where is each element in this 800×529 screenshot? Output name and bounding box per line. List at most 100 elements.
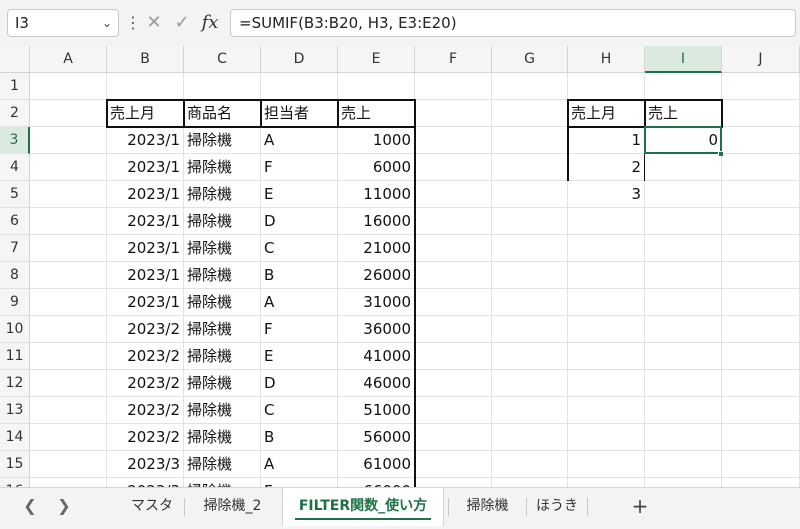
cell-c16[interactable]: 掃除機 [184, 478, 261, 487]
cell-h16[interactable] [568, 478, 645, 487]
cell-f8[interactable] [415, 262, 492, 289]
cell-e9[interactable]: 31000 [338, 289, 415, 316]
cell-i3[interactable]: 0 [645, 127, 722, 154]
cell-b8[interactable]: 2023/1 [107, 262, 184, 289]
column-header-d[interactable]: D [261, 46, 338, 73]
cell-b15[interactable]: 2023/3 [107, 451, 184, 478]
cell-c9[interactable]: 掃除機 [184, 289, 261, 316]
cell-f5[interactable] [415, 181, 492, 208]
cell-d13[interactable]: C [261, 397, 338, 424]
cell-c15[interactable]: 掃除機 [184, 451, 261, 478]
cell-h9[interactable] [568, 289, 645, 316]
cell-c3[interactable]: 掃除機 [184, 127, 261, 154]
cell-h5[interactable]: 3 [568, 181, 645, 208]
sheet-tab-1[interactable]: マスタ [117, 488, 187, 526]
cell-d4[interactable]: F [261, 154, 338, 181]
cell-j3[interactable] [722, 127, 800, 154]
cell-h6[interactable] [568, 208, 645, 235]
cell-c14[interactable]: 掃除機 [184, 424, 261, 451]
cell-b11[interactable]: 2023/2 [107, 343, 184, 370]
cell-a6[interactable] [30, 208, 107, 235]
cell-h13[interactable] [568, 397, 645, 424]
cell-h11[interactable] [568, 343, 645, 370]
cell-j2[interactable] [722, 100, 800, 127]
column-header-j[interactable]: J [722, 46, 800, 73]
cell-a13[interactable] [30, 397, 107, 424]
cell-d15[interactable]: A [261, 451, 338, 478]
cell-i5[interactable] [645, 181, 722, 208]
spreadsheet-grid[interactable]: ABCDEFGHIJ12345678910111213141516売上月商品名担… [0, 46, 800, 487]
cell-f16[interactable] [415, 478, 492, 487]
cell-d1[interactable] [261, 73, 338, 100]
sheet-tab-5[interactable]: ほうき [528, 488, 586, 526]
cell-f3[interactable] [415, 127, 492, 154]
cell-d14[interactable]: B [261, 424, 338, 451]
row-header-2[interactable]: 2 [0, 100, 30, 127]
cell-d5[interactable]: E [261, 181, 338, 208]
select-all-corner[interactable] [0, 46, 30, 73]
cell-j7[interactable] [722, 235, 800, 262]
cell-i15[interactable] [645, 451, 722, 478]
cell-e11[interactable]: 41000 [338, 343, 415, 370]
cell-f14[interactable] [415, 424, 492, 451]
cell-i10[interactable] [645, 316, 722, 343]
row-header-14[interactable]: 14 [0, 424, 30, 451]
cell-f1[interactable] [415, 73, 492, 100]
cell-i9[interactable] [645, 289, 722, 316]
cell-c10[interactable]: 掃除機 [184, 316, 261, 343]
cell-h3[interactable]: 1 [568, 127, 645, 154]
cell-j1[interactable] [722, 73, 800, 100]
cell-h1[interactable] [568, 73, 645, 100]
row-header-16[interactable]: 16 [0, 478, 30, 487]
cell-a2[interactable] [30, 100, 107, 127]
cell-g14[interactable] [492, 424, 568, 451]
cell-d6[interactable]: D [261, 208, 338, 235]
cell-f4[interactable] [415, 154, 492, 181]
formula-input[interactable]: =SUMIF(B3:B20, H3, E3:E20) [230, 9, 796, 37]
cell-f7[interactable] [415, 235, 492, 262]
row-header-4[interactable]: 4 [0, 154, 30, 181]
cell-a1[interactable] [30, 73, 107, 100]
cell-e4[interactable]: 6000 [338, 154, 415, 181]
column-header-i[interactable]: I [645, 46, 722, 73]
cell-g8[interactable] [492, 262, 568, 289]
cell-f13[interactable] [415, 397, 492, 424]
cell-e3[interactable]: 1000 [338, 127, 415, 154]
cell-j14[interactable] [722, 424, 800, 451]
cell-c5[interactable]: 掃除機 [184, 181, 261, 208]
cell-a3[interactable] [30, 127, 107, 154]
cell-h2[interactable]: 売上月 [568, 100, 645, 127]
cell-g16[interactable] [492, 478, 568, 487]
cell-i4[interactable] [645, 154, 722, 181]
sheet-tab-4[interactable]: 掃除機 [450, 488, 525, 526]
name-box[interactable]: I3 ⌄ [7, 9, 119, 37]
cell-e6[interactable]: 16000 [338, 208, 415, 235]
cell-a16[interactable] [30, 478, 107, 487]
cell-e16[interactable]: 66000 [338, 478, 415, 487]
cell-g1[interactable] [492, 73, 568, 100]
row-header-11[interactable]: 11 [0, 343, 30, 370]
cell-c12[interactable]: 掃除機 [184, 370, 261, 397]
cell-a5[interactable] [30, 181, 107, 208]
cell-j16[interactable] [722, 478, 800, 487]
cell-b10[interactable]: 2023/2 [107, 316, 184, 343]
cell-c4[interactable]: 掃除機 [184, 154, 261, 181]
column-header-h[interactable]: H [568, 46, 645, 73]
cell-g9[interactable] [492, 289, 568, 316]
cell-c1[interactable] [184, 73, 261, 100]
cell-i8[interactable] [645, 262, 722, 289]
cell-a12[interactable] [30, 370, 107, 397]
cell-i16[interactable] [645, 478, 722, 487]
column-header-g[interactable]: G [492, 46, 568, 73]
cell-b13[interactable]: 2023/2 [107, 397, 184, 424]
cell-d9[interactable]: A [261, 289, 338, 316]
column-header-a[interactable]: A [30, 46, 107, 73]
cell-h15[interactable] [568, 451, 645, 478]
add-sheet-icon[interactable]: + [628, 494, 652, 518]
row-header-10[interactable]: 10 [0, 316, 30, 343]
row-header-8[interactable]: 8 [0, 262, 30, 289]
cell-h4[interactable]: 2 [568, 154, 645, 181]
column-header-b[interactable]: B [107, 46, 184, 73]
cell-a10[interactable] [30, 316, 107, 343]
cell-j10[interactable] [722, 316, 800, 343]
